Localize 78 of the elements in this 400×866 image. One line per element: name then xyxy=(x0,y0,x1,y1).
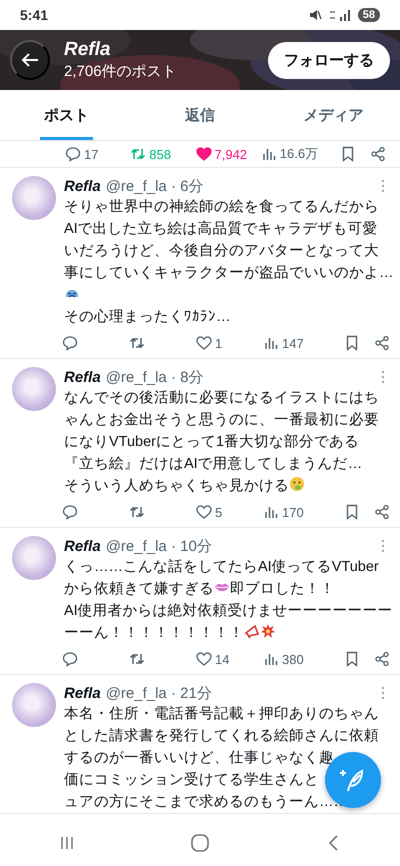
handle-time: @re_f_la · 21分 xyxy=(106,684,213,702)
battery-level: 58 xyxy=(358,8,380,22)
handle-time: @re_f_la · 10分 xyxy=(106,536,213,556)
like-count: 5 xyxy=(215,504,222,520)
bar-chart-icon[interactable] xyxy=(260,146,277,162)
post-text: ゃんとお金出そうと思うのに、一番最初に必要 xyxy=(64,412,379,428)
three-lines-icon xyxy=(58,835,75,851)
signal-icon xyxy=(328,9,352,21)
post-text: そういう人めちゃくちゃ見かける xyxy=(64,478,289,494)
view-count: 147 xyxy=(282,336,304,350)
post-text: その心理まったくﾜｶﾗﾝ… xyxy=(64,309,230,325)
post-text: 価にコミッション受けてる学生さんと xyxy=(64,772,319,788)
sick-face-icon xyxy=(289,476,305,492)
burst-icon xyxy=(260,623,276,639)
repost-icon[interactable] xyxy=(129,504,145,520)
tab[interactable]: 返信 xyxy=(180,90,219,140)
author-name: Refla xyxy=(64,684,101,702)
author-name: Refla xyxy=(64,178,101,194)
bar-chart-icon[interactable] xyxy=(263,504,279,520)
status-time: 5:41 xyxy=(20,7,48,23)
post-text: なんでその後活動に必要になるイラストにはち xyxy=(64,390,379,406)
post-text: とした請求書を発行してくれる絵師さんに依頼 xyxy=(64,728,379,744)
post-text: 即ブロした！！ xyxy=(230,581,335,597)
mute-icon xyxy=(308,9,322,21)
chevron-left-icon xyxy=(327,834,340,852)
view-count: 380 xyxy=(282,652,304,666)
post-text: AIで出した立ち絵は高品質でキャラデザも可愛 xyxy=(64,221,378,237)
bookmark-icon[interactable] xyxy=(344,651,360,667)
megaphone-icon xyxy=(244,623,260,639)
reply-icon[interactable] xyxy=(62,335,78,351)
post-text: 事にしていくキャラクターが盗品でいいのかよ… xyxy=(64,265,394,281)
repost-count: 858 xyxy=(149,146,171,162)
reply-count: 17 xyxy=(84,146,98,162)
post-text: くっ……こんな話をしてたらAI使ってるVTuber xyxy=(64,559,379,575)
author-name: Refla xyxy=(64,368,101,386)
repost-icon[interactable] xyxy=(129,335,145,351)
tab[interactable]: メディア xyxy=(299,90,368,140)
view-count: 170 xyxy=(282,504,304,520)
post-text: そりゃ世界中の神絵師の絵を食ってるんだから xyxy=(64,199,379,215)
like-count: 1 xyxy=(215,336,222,350)
post-text: ーーん！！！！！！！！！ xyxy=(64,625,244,641)
post-text: AI使用者からは絶対依頼受けませーーーーーーー xyxy=(64,603,393,619)
bar-chart-icon[interactable] xyxy=(263,651,279,667)
handle-time: @re_f_la · 8分 xyxy=(106,368,204,386)
share-icon[interactable] xyxy=(374,651,390,667)
share-icon[interactable] xyxy=(374,504,390,520)
profile-name: Refla xyxy=(64,39,110,61)
view-count: 16.6万 xyxy=(280,145,318,163)
reply-icon[interactable] xyxy=(65,146,81,162)
heart-icon[interactable] xyxy=(196,335,212,351)
follow-button[interactable]: フォローする xyxy=(268,42,390,78)
post-text: 本名・住所・電話番号記載＋押印ありのちゃん xyxy=(64,706,379,722)
share-icon[interactable] xyxy=(374,335,390,351)
reply-icon[interactable] xyxy=(62,651,78,667)
share-icon[interactable] xyxy=(370,146,386,162)
rounded-square-icon xyxy=(190,833,210,853)
bookmark-icon[interactable] xyxy=(344,335,360,351)
like-count: 14 xyxy=(215,652,230,666)
heart-icon[interactable] xyxy=(196,504,212,520)
handle-time: @re_f_la · 6分 xyxy=(106,176,204,196)
bookmark-icon[interactable] xyxy=(344,504,360,520)
bar-chart-icon[interactable] xyxy=(263,335,279,351)
tab[interactable]: ポスト xyxy=(40,90,94,140)
bookmark-icon[interactable] xyxy=(340,146,356,162)
post-text: するのが一番いいけど、仕事じゃなく趣 xyxy=(64,750,334,766)
back-arrow-icon xyxy=(21,52,39,68)
post-text: になりVTuberにとって1番大切な部分である xyxy=(64,434,360,450)
post-count: 2,706件のポスト xyxy=(64,62,177,81)
repost-icon[interactable] xyxy=(129,651,145,667)
reply-icon[interactable] xyxy=(62,504,78,520)
feather-plus-icon xyxy=(340,767,366,793)
author-name: Refla xyxy=(64,538,101,554)
like-count: 7,942 xyxy=(214,146,248,162)
post-text: から依頼きて嫌すぎる xyxy=(64,581,214,597)
heart-icon[interactable] xyxy=(196,651,212,667)
post-text: いだろうけど、今後自分のアバターとなって大 xyxy=(64,243,379,259)
post-text: 『立ち絵』だけはAIで用意してしまうんだ… xyxy=(64,456,362,472)
heart-icon[interactable] xyxy=(196,146,212,162)
